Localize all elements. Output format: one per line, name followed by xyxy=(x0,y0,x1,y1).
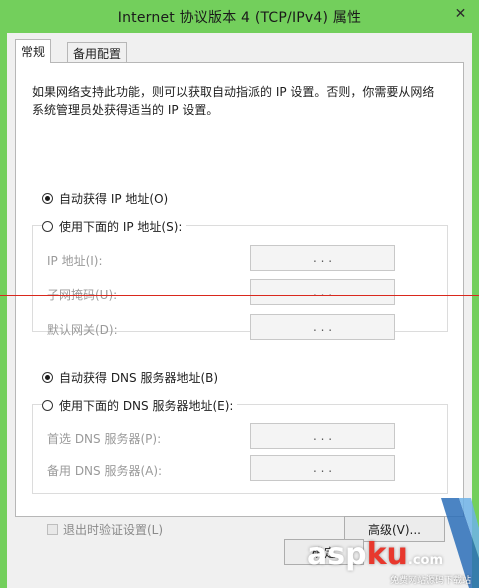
radio-auto-dns[interactable]: 自动获得 DNS 服务器地址(B) xyxy=(42,369,223,386)
window-title: Internet 协议版本 4 (TCP/IPv4) 属性 xyxy=(117,9,362,26)
ip-address-label: IP 地址(I): xyxy=(47,254,103,268)
alternate-dns-label: 备用 DNS 服务器(A): xyxy=(47,464,163,478)
radio-manual-dns-label: 使用下面的 DNS 服务器地址(E): xyxy=(59,399,234,413)
tab-general-label: 常规 xyxy=(21,45,46,59)
preferred-dns-value: . . . xyxy=(312,429,333,443)
validate-on-exit-box[interactable] xyxy=(47,524,58,535)
radio-auto-ip[interactable]: 自动获得 IP 地址(O) xyxy=(42,190,173,207)
radio-manual-ip-label: 使用下面的 IP 地址(S): xyxy=(59,220,183,234)
ip-address-value: . . . xyxy=(312,251,333,265)
dialog-client-area: 常规 备用配置 如果网络支持此功能，则可以获取自动指派的 IP 设置。否则，你需… xyxy=(7,33,472,588)
watermark: aspku.com 免费网站源码下载站 xyxy=(306,498,479,588)
description-text: 如果网络支持此功能，则可以获取自动指派的 IP 设置。否则，你需要从网络系统管理… xyxy=(32,85,435,117)
ip-address-input[interactable]: . . . xyxy=(250,245,395,271)
radio-auto-dns-indicator[interactable] xyxy=(42,372,53,383)
alternate-dns-input[interactable]: . . . xyxy=(250,455,395,481)
preferred-dns-input[interactable]: . . . xyxy=(250,423,395,449)
radio-auto-ip-label: 自动获得 IP 地址(O) xyxy=(59,192,169,206)
tab-alternate-label: 备用配置 xyxy=(73,46,122,61)
tab-general[interactable]: 常规 xyxy=(15,39,52,63)
preferred-dns-label: 首选 DNS 服务器(P): xyxy=(47,432,162,446)
radio-auto-ip-indicator[interactable] xyxy=(42,193,53,204)
radio-auto-dns-label: 自动获得 DNS 服务器地址(B) xyxy=(59,371,219,385)
general-tab-panel: 如果网络支持此功能，则可以获取自动指派的 IP 设置。否则，你需要从网络系统管理… xyxy=(15,62,464,542)
default-gateway-input[interactable]: . . . xyxy=(250,314,395,340)
radio-manual-ip-indicator[interactable] xyxy=(42,221,53,232)
title-bar[interactable]: Internet 协议版本 4 (TCP/IPv4) 属性 ✕ xyxy=(0,0,479,33)
red-annotation-line xyxy=(0,295,479,296)
watermark-logo-text: aspku.com xyxy=(306,537,443,572)
default-gateway-label: 默认网关(D): xyxy=(47,323,118,337)
subnet-mask-value: . . . xyxy=(312,285,333,299)
subnet-mask-input[interactable]: . . . xyxy=(250,279,395,305)
alternate-dns-value: . . . xyxy=(312,461,333,475)
validate-on-exit-checkbox[interactable]: 退出时验证设置(L) xyxy=(47,521,163,538)
watermark-subtitle: 免费网站源码下载站 xyxy=(389,576,471,586)
validate-on-exit-label: 退出时验证设置(L) xyxy=(63,523,164,537)
close-icon: ✕ xyxy=(454,5,467,22)
radio-manual-dns-indicator[interactable] xyxy=(42,400,53,411)
close-button[interactable]: ✕ xyxy=(450,3,471,24)
default-gateway-value: . . . xyxy=(312,320,333,334)
tab-alternate-configuration[interactable]: 备用配置 xyxy=(67,42,128,63)
dialog-window: Internet 协议版本 4 (TCP/IPv4) 属性 ✕ 常规 备用配置 … xyxy=(0,0,479,588)
radio-manual-dns[interactable]: 使用下面的 DNS 服务器地址(E): xyxy=(42,397,238,414)
radio-manual-ip[interactable]: 使用下面的 IP 地址(S): xyxy=(42,218,187,235)
